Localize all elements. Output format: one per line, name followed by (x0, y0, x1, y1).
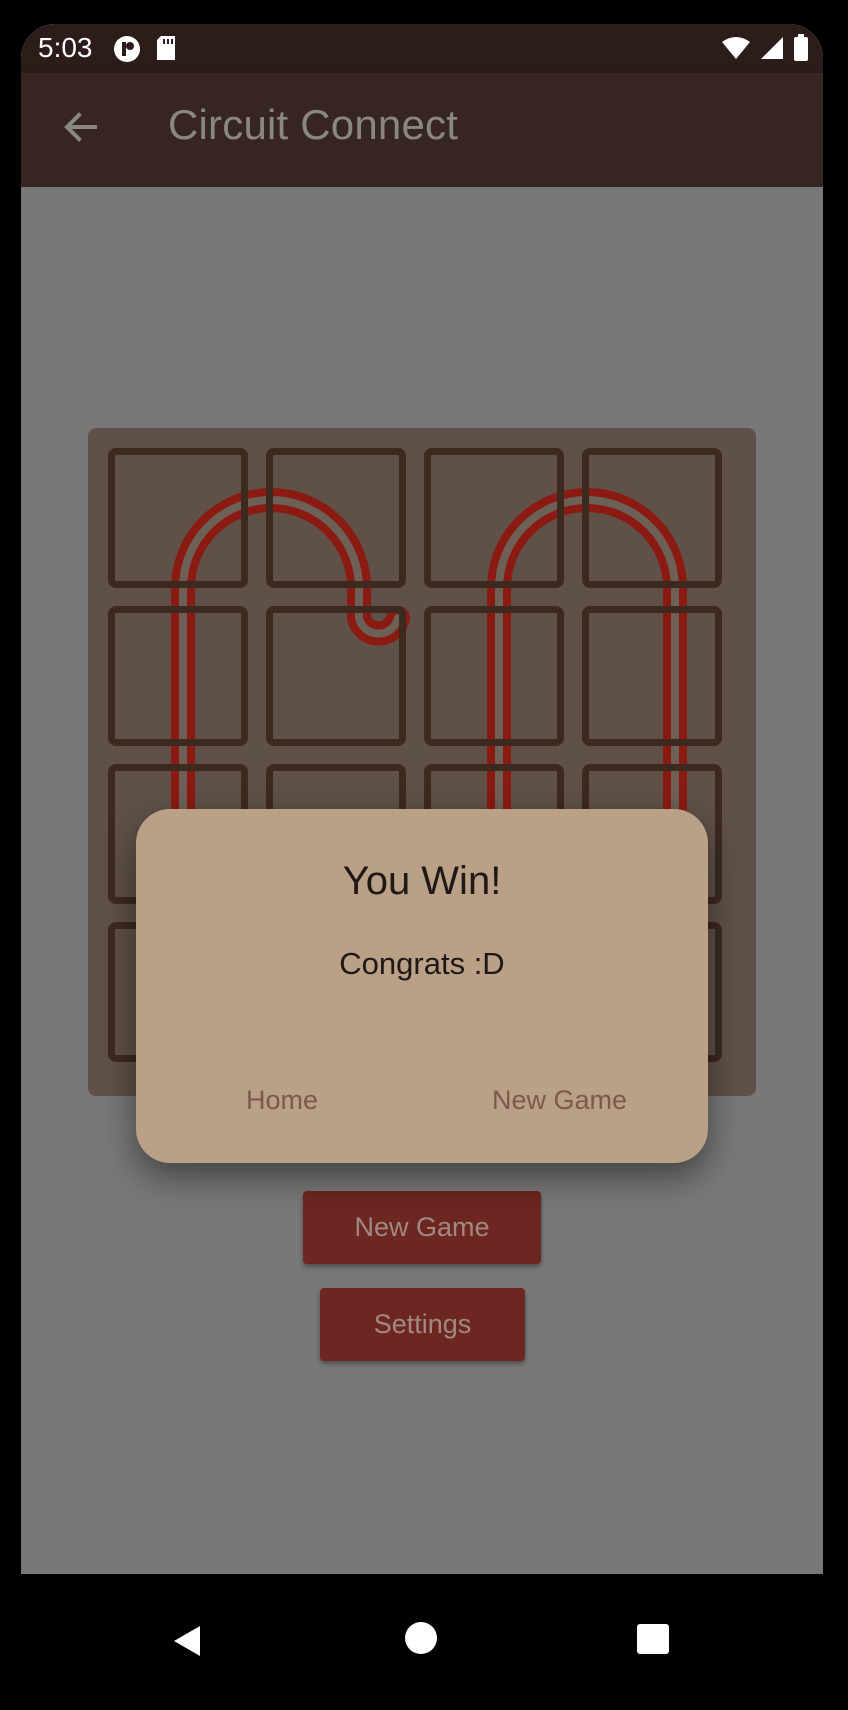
board-tile[interactable] (108, 448, 248, 588)
board-tile[interactable] (582, 606, 722, 746)
home-circle-icon[interactable] (405, 1622, 437, 1654)
back-triangle-icon[interactable] (172, 1624, 202, 1663)
new-game-button[interactable]: New Game (303, 1191, 541, 1264)
signal-icon (759, 35, 785, 66)
dialog-home-button[interactable]: Home (230, 1077, 334, 1124)
board-tile[interactable] (108, 606, 248, 746)
arrow-back-icon[interactable] (57, 103, 105, 151)
sd-card-icon (155, 35, 177, 68)
recents-square-icon[interactable] (637, 1624, 669, 1654)
board-tile[interactable] (424, 448, 564, 588)
board-tile[interactable] (266, 606, 406, 746)
phone-screen: 5:03 Circuit Connect New Game Settings Y… (21, 24, 823, 1574)
status-right-icons (721, 34, 809, 67)
wifi-icon (721, 35, 751, 66)
status-time: 5:03 (38, 32, 93, 63)
page-title: Circuit Connect (168, 101, 459, 148)
data-saver-icon (113, 35, 141, 68)
app-bar: Circuit Connect (21, 73, 823, 187)
battery-icon (793, 34, 809, 67)
settings-button[interactable]: Settings (320, 1288, 525, 1361)
dialog-message: Congrats :D (339, 946, 505, 981)
system-nav-bar (0, 1574, 848, 1710)
board-tile[interactable] (424, 606, 564, 746)
board-tile[interactable] (266, 448, 406, 588)
win-dialog: You Win! Congrats :D Home New Game (136, 809, 708, 1163)
status-bar: 5:03 (21, 24, 823, 73)
board-tile[interactable] (582, 448, 722, 588)
status-left-icons (113, 35, 177, 68)
dialog-new-game-button[interactable]: New Game (476, 1077, 643, 1124)
dialog-title: You Win! (342, 859, 502, 903)
game-content: New Game Settings You Win! Congrats :D H… (21, 187, 823, 1574)
